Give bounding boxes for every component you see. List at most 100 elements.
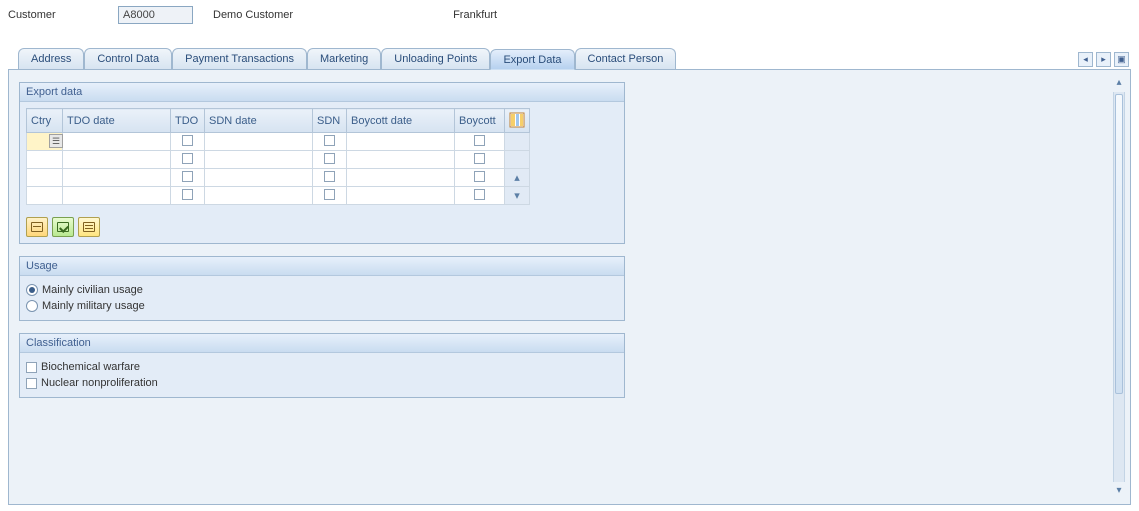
customer-input[interactable] [118, 6, 193, 24]
toolbar-button-1[interactable] [26, 217, 48, 237]
tab-scroll-left-button[interactable]: ◂ [1078, 52, 1093, 67]
radio-military-row[interactable]: Mainly military usage [26, 298, 618, 314]
panel-scroll-up[interactable]: ▴ [1113, 76, 1125, 90]
panel-scroll-down[interactable]: ▾ [1113, 484, 1125, 498]
tab-payment-transactions[interactable]: Payment Transactions [172, 48, 307, 69]
triangle-right-icon: ▸ [1101, 54, 1106, 65]
tab-export-data[interactable]: Export Data [490, 49, 574, 70]
group-classification-body: Biochemical warfare Nuclear nonprolifera… [20, 353, 624, 397]
checkbox-bio-label: Biochemical warfare [41, 361, 140, 373]
check-nuclear-row[interactable]: Nuclear nonproliferation [26, 375, 618, 391]
tab-strip: Address Control Data Payment Transaction… [8, 48, 1131, 70]
table-toolbar [26, 217, 618, 237]
cell-boycott[interactable] [455, 187, 505, 205]
cell-sdn-date[interactable] [205, 169, 313, 187]
col-sdn[interactable]: SDN [313, 109, 347, 133]
cell-boycott[interactable] [455, 151, 505, 169]
checkbox[interactable] [324, 189, 335, 200]
table-row[interactable] [27, 151, 530, 169]
radio-civilian[interactable] [26, 284, 38, 296]
radio-military[interactable] [26, 300, 38, 312]
tab-address[interactable]: Address [18, 48, 84, 69]
cell-boycott[interactable] [455, 133, 505, 151]
cell-boycott[interactable] [455, 169, 505, 187]
cell-sdn[interactable] [313, 151, 347, 169]
table-row[interactable]: ▴ [27, 169, 530, 187]
customer-city-text: Frankfurt [453, 9, 497, 21]
checkbox[interactable] [474, 171, 485, 182]
cell-tdo-date[interactable] [63, 133, 171, 151]
col-boycott[interactable]: Boycott [455, 109, 505, 133]
checkbox[interactable] [474, 153, 485, 164]
group-export-data: Export data Ctry TDO date TDO SDN date [19, 82, 625, 244]
group-classification-title: Classification [20, 334, 624, 353]
tab-bar: Address Control Data Payment Transaction… [8, 48, 676, 69]
checkbox[interactable] [182, 153, 193, 164]
cell-tdo[interactable] [171, 133, 205, 151]
tab-control-data[interactable]: Control Data [84, 48, 172, 69]
checkbox[interactable] [474, 189, 485, 200]
cell-tdo-date[interactable] [63, 187, 171, 205]
table-row[interactable]: ☰ [27, 133, 530, 151]
row-scroll-spacer [505, 151, 530, 169]
checkbox[interactable] [324, 153, 335, 164]
cell-tdo[interactable] [171, 169, 205, 187]
col-tdo[interactable]: TDO [171, 109, 205, 133]
cell-sdn[interactable] [313, 133, 347, 151]
tab-unloading-points[interactable]: Unloading Points [381, 48, 490, 69]
checkbox-nuclear[interactable] [26, 378, 37, 389]
cell-boycott-date[interactable] [347, 169, 455, 187]
f4-help-icon[interactable]: ☰ [49, 134, 63, 148]
col-config[interactable] [505, 109, 530, 133]
cell-sdn-date[interactable] [205, 133, 313, 151]
group-usage: Usage Mainly civilian usage Mainly milit… [19, 256, 625, 321]
radio-civilian-label: Mainly civilian usage [42, 284, 143, 296]
tab-panel: Export data Ctry TDO date TDO SDN date [8, 70, 1131, 505]
group-classification: Classification Biochemical warfare Nucle… [19, 333, 625, 398]
cell-tdo-date[interactable] [63, 169, 171, 187]
cell-ctry[interactable] [27, 169, 63, 187]
cell-boycott-date[interactable] [347, 151, 455, 169]
checkbox[interactable] [474, 135, 485, 146]
radio-dot-icon [29, 287, 35, 293]
toolbar-button-2[interactable] [52, 217, 74, 237]
col-ctry[interactable]: Ctry [27, 109, 63, 133]
tab-contact-person[interactable]: Contact Person [575, 48, 677, 69]
check-bio-row[interactable]: Biochemical warfare [26, 359, 618, 375]
tab-list-button[interactable]: ▣ [1114, 52, 1129, 67]
col-tdo-date[interactable]: TDO date [63, 109, 171, 133]
col-boycott-date[interactable]: Boycott date [347, 109, 455, 133]
toolbar-button-3[interactable] [78, 217, 100, 237]
table-row[interactable]: ▾ [27, 187, 530, 205]
radio-civilian-row[interactable]: Mainly civilian usage [26, 282, 618, 298]
cell-tdo[interactable] [171, 187, 205, 205]
cell-ctry[interactable]: ☰ [27, 133, 63, 151]
cell-boycott-date[interactable] [347, 133, 455, 151]
cell-boycott-date[interactable] [347, 187, 455, 205]
checkbox[interactable] [182, 171, 193, 182]
tab-scroll-right-button[interactable]: ▸ [1096, 52, 1111, 67]
checkbox[interactable] [324, 171, 335, 182]
cell-sdn[interactable] [313, 187, 347, 205]
cell-tdo[interactable] [171, 151, 205, 169]
table-header-row: Ctry TDO date TDO SDN date SDN Boycott d… [27, 109, 530, 133]
col-sdn-date[interactable]: SDN date [205, 109, 313, 133]
cell-sdn[interactable] [313, 169, 347, 187]
panel-scrollbar[interactable]: ▴ ▾ [1112, 76, 1126, 498]
cell-tdo-date[interactable] [63, 151, 171, 169]
cell-ctry[interactable] [27, 151, 63, 169]
cell-sdn-date[interactable] [205, 187, 313, 205]
tab-marketing[interactable]: Marketing [307, 48, 381, 69]
checkbox[interactable] [182, 189, 193, 200]
checkbox[interactable] [324, 135, 335, 146]
checkbox-bio[interactable] [26, 362, 37, 373]
cell-sdn-date[interactable] [205, 151, 313, 169]
table-scroll-up[interactable]: ▴ [505, 169, 530, 187]
row-icon [31, 222, 43, 232]
group-export-title: Export data [20, 83, 624, 102]
checkbox[interactable] [182, 135, 193, 146]
cell-ctry[interactable] [27, 187, 63, 205]
panel-scroll-track[interactable] [1113, 92, 1125, 482]
panel-scroll-thumb[interactable] [1115, 94, 1123, 394]
table-scroll-down[interactable]: ▾ [505, 187, 530, 205]
